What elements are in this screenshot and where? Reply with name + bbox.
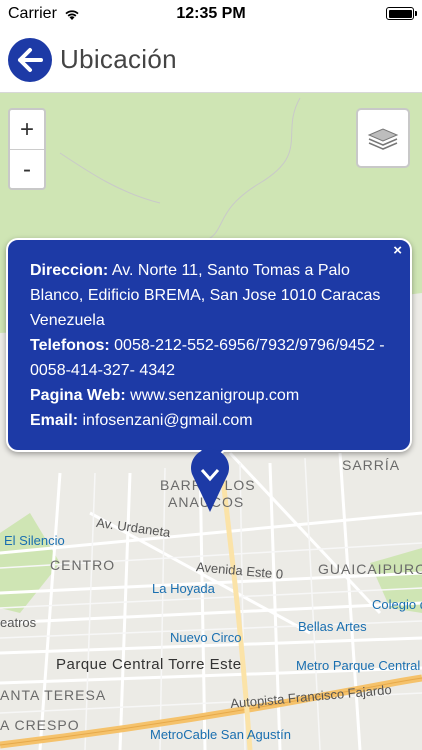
zoom-out-button[interactable]: -	[10, 150, 44, 189]
map-label-guaicaipuro: GUAICAIPURO	[318, 561, 422, 577]
email-label: Email:	[30, 412, 79, 429]
map-label-nuevo-circo: Nuevo Circo	[170, 630, 242, 645]
map-label-centro: CENTRO	[50, 557, 116, 573]
navigation-bar: Ubicación	[0, 28, 422, 93]
battery-icon	[386, 7, 417, 20]
popup-close-button[interactable]: ×	[393, 242, 402, 259]
map-label-colegio: Colegio d	[372, 597, 422, 612]
email-row: Email: infosenzani@gmail.com	[30, 408, 392, 433]
location-pin-icon[interactable]	[186, 448, 234, 514]
zoom-control: + -	[8, 108, 46, 190]
website-row: Pagina Web: www.senzanigroup.com	[30, 383, 392, 408]
phones-label: Telefonos:	[30, 337, 110, 354]
map-label-teatros: eatros	[0, 615, 37, 630]
location-info-popup: × Direccion: Av. Norte 11, Santo Tomas a…	[6, 238, 412, 464]
phones-row: Telefonos: 0058-212-552-6956/7932/9796/9…	[30, 333, 392, 383]
map-label-metro-parque: Metro Parque Central	[296, 658, 421, 673]
map-label-parque-central: Parque Central Torre Este	[56, 656, 242, 673]
status-bar: Carrier 12:35 PM	[0, 0, 422, 28]
address-label: Direccion:	[30, 262, 109, 279]
map-label-la-hoyada: La Hoyada	[152, 581, 215, 596]
clock: 12:35 PM	[176, 5, 246, 22]
map-label-bellas-artes: Bellas Artes	[298, 619, 367, 634]
address-row: Direccion: Av. Norte 11, Santo Tomas a P…	[30, 258, 392, 333]
website-link[interactable]: www.senzanigroup.com	[130, 387, 299, 404]
map-label-santa-teresa: ANTA TERESA	[0, 687, 107, 703]
map-label-metrocable: MetroCable San Agustín	[150, 727, 291, 742]
page-title: Ubicación	[60, 44, 177, 74]
website-label: Pagina Web:	[30, 387, 126, 404]
email-link[interactable]: infosenzani@gmail.com	[82, 412, 252, 429]
layers-icon	[367, 128, 399, 150]
zoom-in-button[interactable]: +	[10, 110, 44, 149]
back-button[interactable]	[8, 38, 52, 82]
map-label-el-silencio: El Silencio	[4, 533, 65, 548]
popup-content: Direccion: Av. Norte 11, Santo Tomas a P…	[30, 258, 392, 433]
map-label-sarria: SARRÍA	[342, 457, 401, 473]
layers-button[interactable]	[356, 108, 410, 168]
map-label-crespo: A CRESPO	[0, 717, 80, 733]
arrow-left-icon	[18, 48, 43, 72]
